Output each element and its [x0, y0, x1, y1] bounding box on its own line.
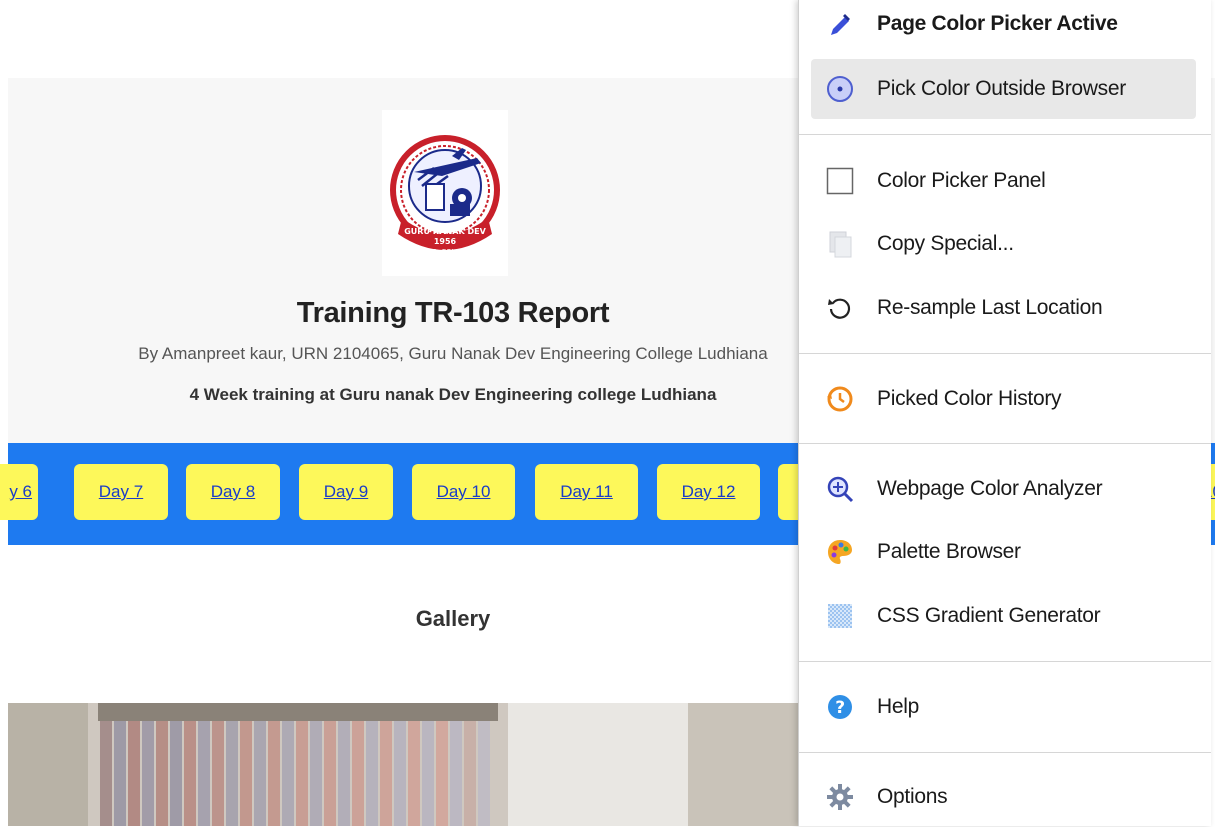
day-link-8[interactable]: Day 8: [186, 464, 280, 520]
day-link-12[interactable]: Day 12: [657, 464, 760, 520]
history-clock-icon: [825, 384, 855, 414]
menu-item-label: Color Picker Panel: [877, 169, 1046, 192]
menu-item-label: CSS Gradient Generator: [877, 604, 1101, 627]
menu-separator: [799, 661, 1211, 662]
help-icon: ?: [825, 692, 855, 722]
logo-lettering-top: GURU NANAK DEV: [404, 227, 486, 236]
menu-item-webpage-analyzer[interactable]: Webpage Color Analyzer: [811, 459, 1196, 519]
day-link-9[interactable]: Day 9: [299, 464, 393, 520]
eyedropper-icon: [825, 9, 855, 39]
menu-item-label: Help: [877, 695, 919, 718]
menu-item-copy-special[interactable]: Copy Special...: [811, 214, 1196, 274]
menu-separator: [799, 443, 1211, 444]
menu-item-options[interactable]: Options: [811, 767, 1196, 827]
palette-icon: [825, 537, 855, 567]
target-circle-icon: [825, 74, 855, 104]
day-link-10[interactable]: Day 10: [412, 464, 515, 520]
panel-square-icon: [825, 166, 855, 196]
color-picker-menu: Page Color Picker Active Pick Color Outs…: [798, 0, 1211, 826]
logo-lettering-year: 1956: [434, 237, 457, 246]
menu-separator: [799, 134, 1211, 135]
menu-separator: [799, 353, 1211, 354]
training-line: 4 Week training at Guru nanak Dev Engine…: [189, 385, 717, 404]
gear-icon: [825, 782, 855, 812]
day-link-6[interactable]: y 6: [0, 464, 38, 520]
gradient-icon: [825, 601, 855, 631]
menu-item-label: Page Color Picker Active: [877, 12, 1118, 35]
day-link-7[interactable]: Day 7: [74, 464, 168, 520]
svg-text:?: ?: [835, 698, 845, 718]
author-line: By Amanpreet kaur, URN 2104065, Guru Nan…: [138, 344, 768, 363]
menu-item-css-gradient[interactable]: CSS Gradient Generator: [811, 586, 1196, 646]
menu-item-palette-browser[interactable]: Palette Browser: [811, 522, 1196, 582]
menu-item-label: Copy Special...: [877, 232, 1014, 255]
menu-item-color-picker-panel[interactable]: Color Picker Panel: [811, 151, 1196, 211]
logo-lettering-bottom: ENGG. COLLEGE: [416, 248, 473, 256]
menu-item-label: Webpage Color Analyzer: [877, 477, 1103, 500]
menu-item-label: Picked Color History: [877, 387, 1062, 410]
magnifier-icon: [825, 474, 855, 504]
menu-item-label: Palette Browser: [877, 540, 1021, 563]
menu-separator: [799, 752, 1211, 753]
copy-icon: [825, 229, 855, 259]
day-link-11[interactable]: Day 11: [535, 464, 638, 520]
menu-item-pick-outside-browser[interactable]: Pick Color Outside Browser: [811, 59, 1196, 119]
gallery-heading: Gallery: [415, 606, 491, 631]
menu-item-label: Re-sample Last Location: [877, 296, 1103, 319]
menu-item-resample-last[interactable]: Re-sample Last Location: [811, 278, 1196, 338]
menu-item-picked-history[interactable]: Picked Color History: [811, 369, 1196, 429]
menu-item-label: Options: [877, 785, 948, 808]
college-logo: GURU NANAK DEV 1956 ENGG. COLLEGE: [382, 110, 508, 276]
menu-item-page-color-picker[interactable]: Page Color Picker Active: [811, 0, 1196, 54]
menu-item-label: Pick Color Outside Browser: [877, 77, 1126, 100]
refresh-icon: [825, 293, 855, 323]
page-title: Training TR-103 Report: [296, 297, 610, 329]
gallery-photo: [8, 703, 808, 826]
menu-item-help[interactable]: ? Help: [811, 677, 1196, 737]
